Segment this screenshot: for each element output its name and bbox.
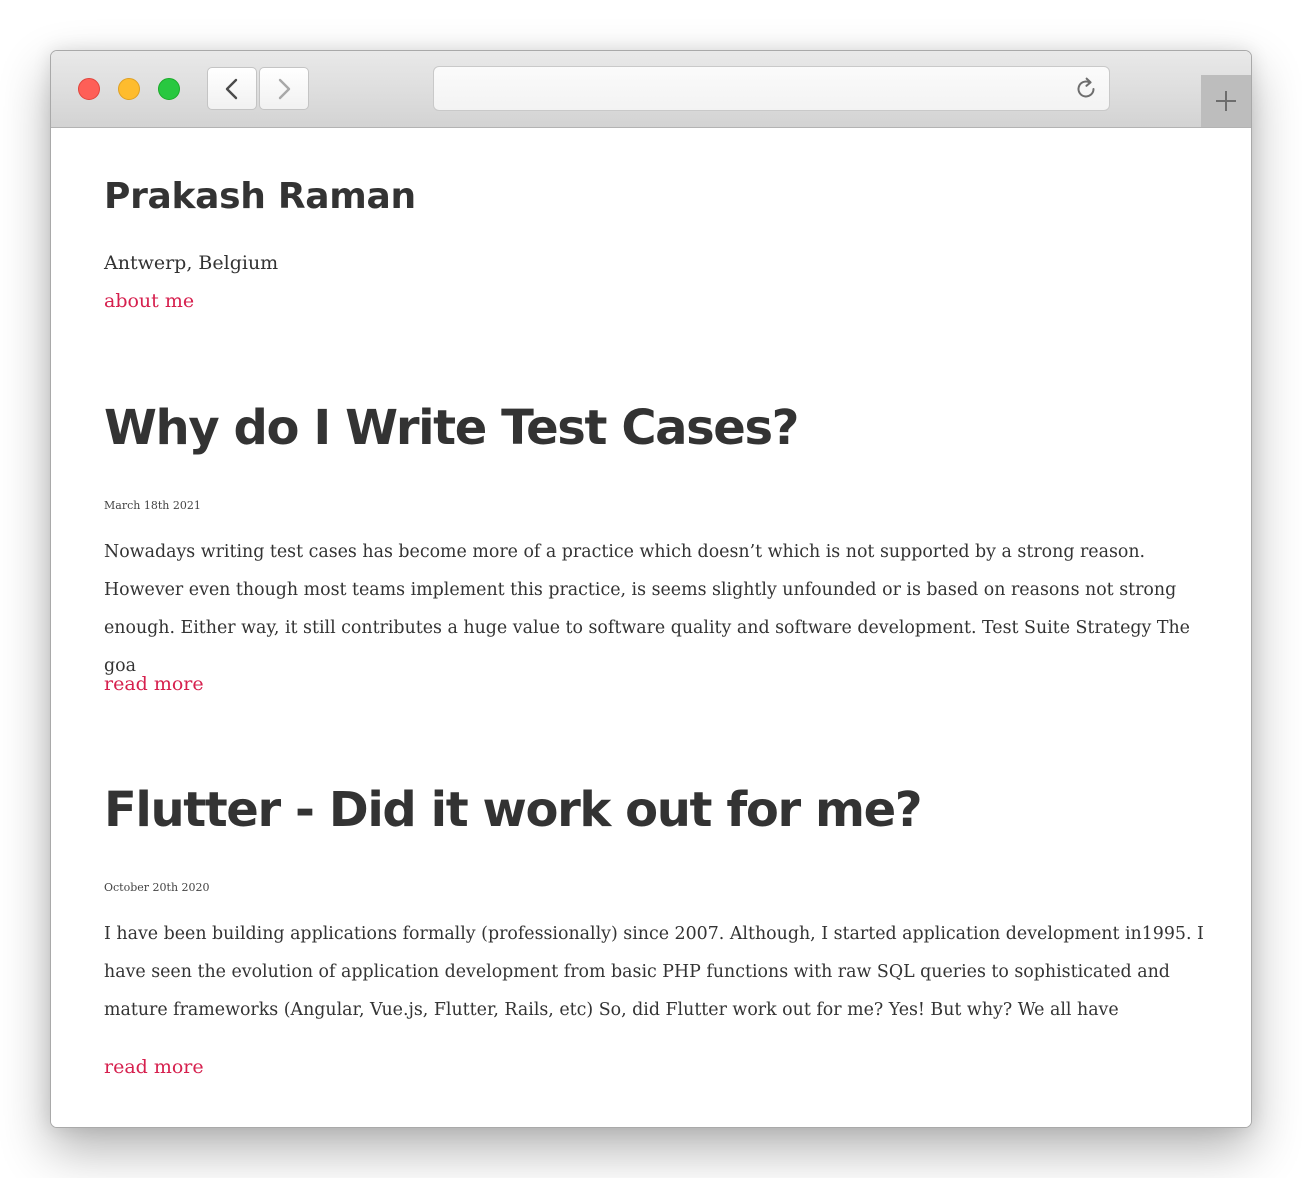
new-tab-button[interactable]	[1201, 75, 1251, 127]
plus-icon	[1216, 91, 1236, 111]
post-title[interactable]: Why do I Write Test Cases?	[104, 400, 799, 456]
chevron-left-icon	[225, 78, 238, 99]
maximize-window-icon[interactable]	[158, 78, 180, 100]
read-more-link[interactable]: read more	[104, 673, 204, 695]
forward-button[interactable]	[259, 67, 309, 110]
minimize-window-icon[interactable]	[118, 78, 140, 100]
address-bar[interactable]	[433, 66, 1110, 111]
post-excerpt: Nowadays writing test cases has become m…	[104, 542, 1190, 676]
post-title[interactable]: Flutter - Did it work out for me?	[104, 782, 923, 838]
reload-icon[interactable]	[1073, 76, 1099, 102]
post-excerpt: I have been building applications formal…	[104, 924, 1204, 1020]
site-title[interactable]: Prakash Raman	[104, 176, 416, 217]
browser-toolbar	[51, 51, 1251, 128]
back-button[interactable]	[207, 67, 257, 110]
screenshot-stage: Prakash Raman Antwerp, Belgium about me …	[0, 0, 1302, 1178]
close-window-icon[interactable]	[78, 78, 100, 100]
chevron-right-icon	[278, 78, 291, 99]
post-date: March 18th 2021	[104, 499, 201, 512]
browser-window: Prakash Raman Antwerp, Belgium about me …	[50, 50, 1252, 1128]
site-location: Antwerp, Belgium	[104, 252, 279, 274]
page-content: Prakash Raman Antwerp, Belgium about me …	[51, 128, 1251, 1127]
about-me-link[interactable]: about me	[104, 290, 194, 312]
post-date: October 20th 2020	[104, 881, 210, 894]
read-more-link[interactable]: read more	[104, 1056, 204, 1078]
